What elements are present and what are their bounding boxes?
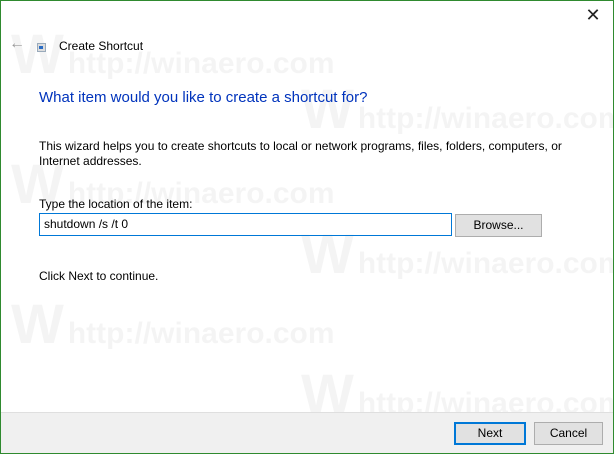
watermark: Whttp://winaero.com bbox=[11, 21, 335, 86]
continue-hint: Click Next to continue. bbox=[39, 269, 159, 283]
location-input[interactable]: shutdown /s /t 0 bbox=[39, 213, 452, 236]
create-shortcut-window: Whttp://winaero.com Whttp://winaero.com … bbox=[0, 0, 614, 454]
window-title: Create Shortcut bbox=[59, 39, 144, 53]
browse-button[interactable]: Browse... bbox=[455, 214, 542, 237]
watermark: Whttp://winaero.com bbox=[11, 291, 335, 356]
next-button[interactable]: Next bbox=[454, 422, 526, 445]
back-arrow-icon[interactable]: ← bbox=[9, 35, 25, 53]
cancel-button[interactable]: Cancel bbox=[534, 422, 603, 445]
close-button[interactable]: ✕ bbox=[579, 3, 607, 27]
location-label: Type the location of the item: bbox=[39, 197, 193, 211]
watermark: Whttp://winaero.com bbox=[301, 76, 613, 141]
shortcut-icon bbox=[37, 43, 46, 52]
description-text: This wizard helps you to create shortcut… bbox=[39, 139, 562, 168]
page-heading: What item would you like to create a sho… bbox=[39, 89, 368, 106]
